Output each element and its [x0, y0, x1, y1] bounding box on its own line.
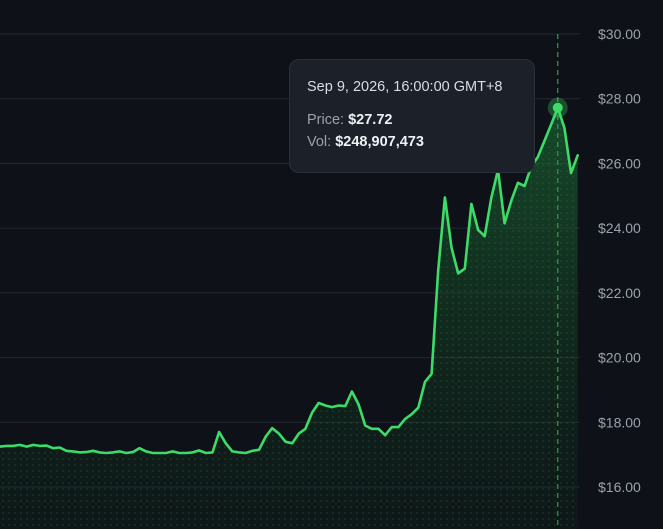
y-tick-label: $18.00 [598, 414, 641, 430]
y-tick-label: $20.00 [598, 350, 641, 366]
tooltip-volume-value: $248,907,473 [335, 134, 424, 150]
y-tick-label: $24.00 [598, 220, 641, 236]
hover-marker-dot [552, 102, 563, 113]
price-chart[interactable]: $16.00 $18.00 $20.00 $22.00 $24.00 $26.00 $28.… [0, 0, 663, 529]
y-tick-label: $16.00 [598, 479, 641, 495]
tooltip-date: Sep 9, 2026, 16:00:00 GMT+8 [307, 79, 503, 95]
tooltip-price-row: Price: $27.72 [307, 112, 517, 128]
tooltip-volume-label: Vol: [307, 134, 336, 150]
tooltip-price-label: Price: [307, 112, 349, 128]
tooltip-price-value: $27.72 [348, 112, 393, 128]
tooltip-volume-row: Vol: $248,907,473 [307, 134, 517, 150]
price-tooltip: Sep 9, 2026, 16:00:00 GMT+8 Price: $27.7… [289, 59, 535, 173]
y-tick-label: $22.00 [598, 285, 641, 301]
y-axis-ticks: $16.00 $18.00 $20.00 $22.00 $24.00 $26.00 $28.… [598, 26, 641, 495]
y-tick-label: $26.00 [598, 155, 641, 171]
y-tick-label: $28.00 [598, 91, 641, 107]
y-tick-label: $30.00 [598, 26, 641, 42]
hover-marker-layer [547, 97, 568, 118]
